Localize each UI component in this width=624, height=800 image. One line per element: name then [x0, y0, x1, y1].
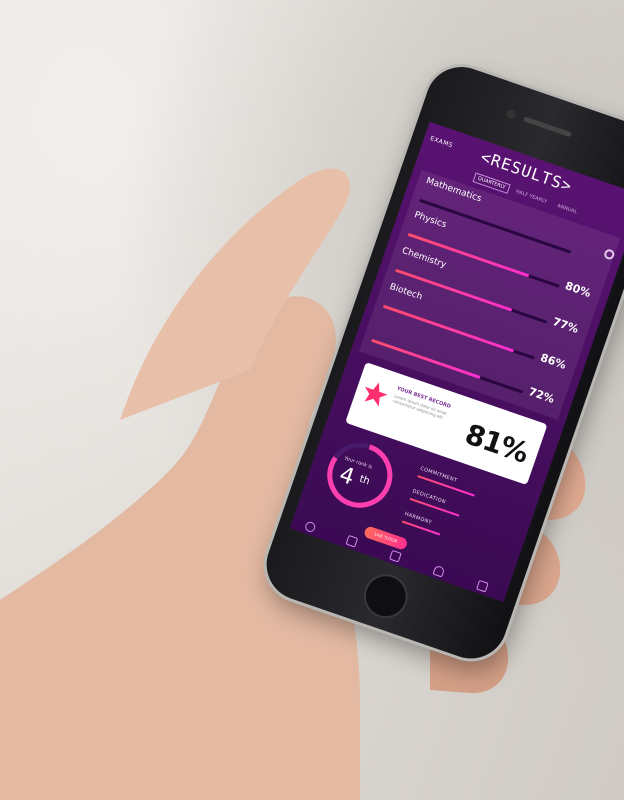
subject-percent: 77% — [551, 315, 581, 336]
earpiece-speaker — [523, 116, 572, 138]
home-button[interactable] — [357, 568, 414, 625]
subject-percent: 80% — [563, 279, 593, 301]
overall-score: 81% — [460, 417, 533, 470]
chat-icon[interactable] — [476, 579, 489, 593]
subject-percent: 86% — [538, 351, 568, 372]
star-icon — [364, 382, 388, 407]
calendar-icon[interactable] — [345, 534, 359, 548]
progress-fill — [419, 198, 421, 202]
subject-percent: 72% — [526, 385, 557, 406]
book-icon[interactable] — [389, 549, 402, 563]
segment-annual[interactable]: ANNUAL — [556, 203, 578, 215]
medal-icon[interactable] — [432, 564, 446, 578]
front-camera — [505, 108, 517, 120]
home-icon[interactable] — [303, 520, 317, 534]
exams-link[interactable]: EXAMS — [429, 135, 453, 149]
